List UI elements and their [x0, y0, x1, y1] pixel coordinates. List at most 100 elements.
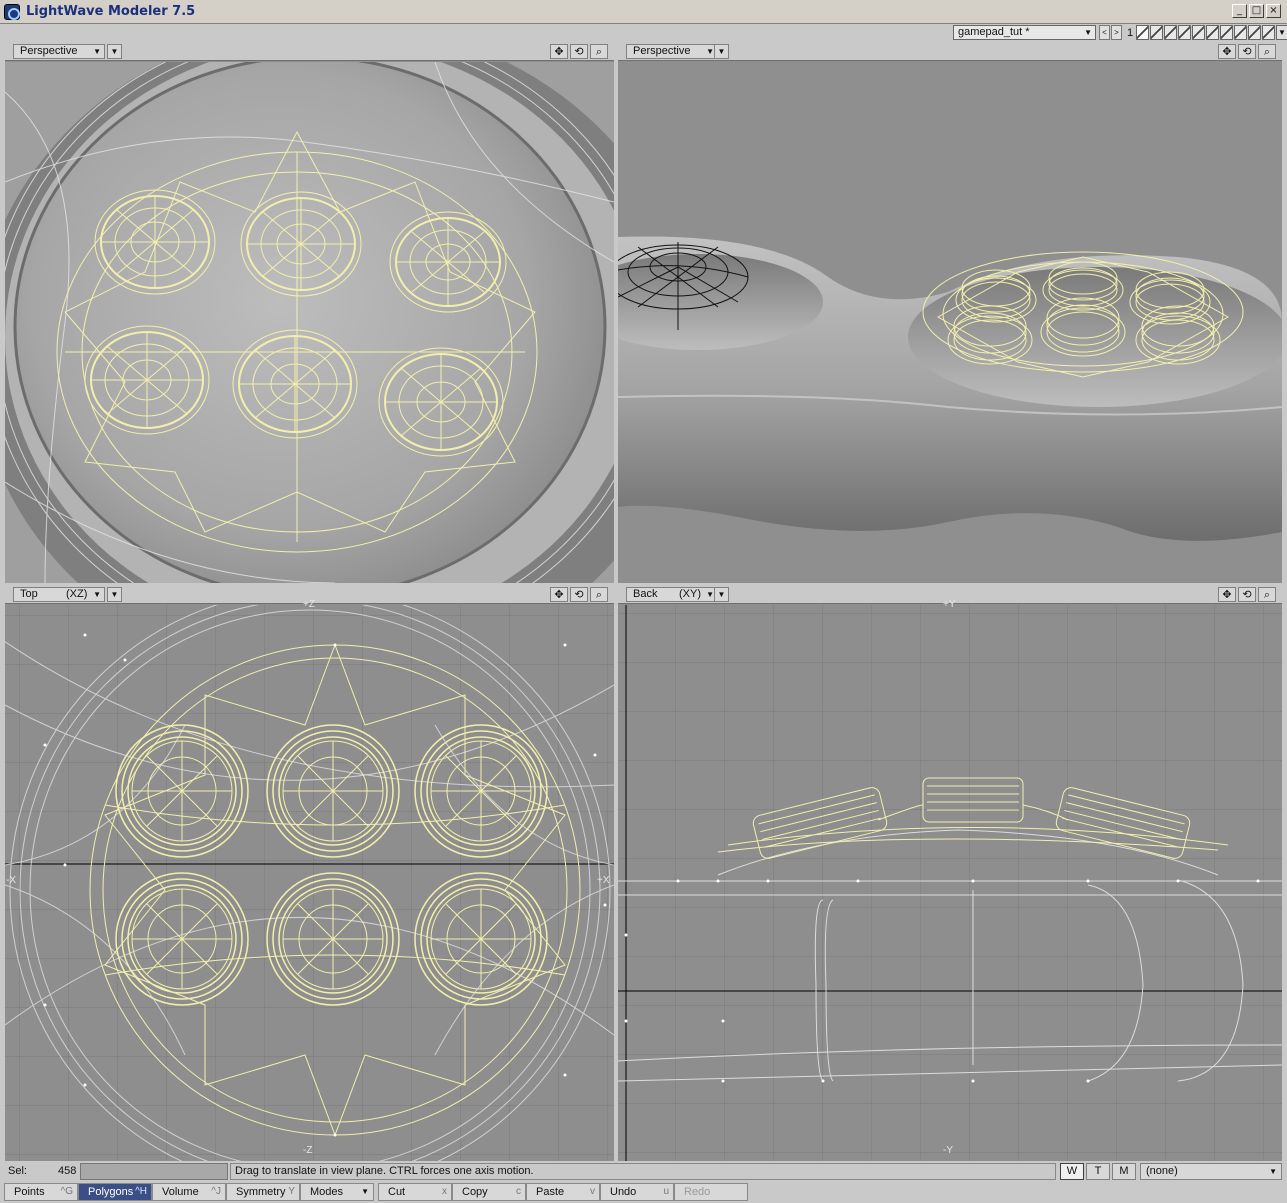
shortcut-label: ^J — [211, 1186, 221, 1197]
layer-slot[interactable] — [1178, 25, 1191, 40]
layer-slots: ▼ — [1136, 25, 1287, 40]
view-type-label: Back — [633, 588, 658, 600]
copy-label: Copy — [462, 1186, 488, 1198]
zoom-view-icon[interactable]: ⌕ — [1258, 44, 1276, 59]
viewport-bottom-right[interactable]: Back (XY) ▼ ▼ ✥ ⟲ ⌕ +Y -Y — [618, 585, 1282, 1161]
undo-label: Undo — [610, 1186, 637, 1198]
view-options-button[interactable]: ▼ — [714, 44, 729, 59]
viewport-canvas[interactable] — [618, 605, 1282, 1161]
viewport-canvas[interactable] — [5, 605, 614, 1161]
layer-bar: gamepad_tut * ▼ < > 1 ▼ — [0, 24, 1287, 42]
view-plane-label: (XZ) — [66, 588, 88, 600]
viewport-tools: ✥ ⟲ ⌕ — [550, 587, 608, 602]
title-bar: LightWave Modeler 7.5 _ □ × — [0, 0, 1287, 24]
shortcut-label: Y — [288, 1186, 295, 1197]
zoom-view-icon[interactable]: ⌕ — [590, 587, 608, 602]
view-plane-label: (XY) — [679, 588, 701, 600]
maximize-button[interactable]: □ — [1249, 4, 1264, 18]
view-type-select[interactable]: Perspective ▼ — [626, 44, 718, 59]
chevron-down-icon: ▼ — [1084, 28, 1092, 37]
copy-button[interactable]: Copy c — [452, 1183, 526, 1201]
lightwave-logo-icon — [4, 4, 20, 20]
layer-slot[interactable] — [1150, 25, 1163, 40]
viewport-top-left[interactable]: Perspective ▼ ▼ ✥ ⟲ ⌕ — [5, 42, 614, 583]
rotate-view-icon[interactable]: ⟲ — [570, 44, 588, 59]
layer-slot[interactable] — [1262, 25, 1275, 40]
viewport-header: Perspective ▼ ▼ ✥ ⟲ ⌕ — [5, 42, 614, 61]
rotate-view-icon[interactable]: ⟲ — [1238, 44, 1256, 59]
view-type-select[interactable]: Top (XZ) ▼ — [13, 587, 105, 602]
chevron-down-icon[interactable]: ▼ — [1276, 25, 1287, 40]
axis-label-bottom: -Y — [943, 1145, 953, 1156]
shortcut-label: x — [442, 1186, 447, 1197]
volume-label: Volume — [162, 1186, 199, 1198]
redo-label: Redo — [684, 1186, 711, 1198]
view-options-button[interactable]: ▼ — [107, 587, 122, 602]
polygons-mode-button[interactable]: Polygons ^H — [78, 1183, 152, 1201]
view-type-label: Top — [20, 588, 38, 600]
morph-map-toggle[interactable]: M — [1112, 1163, 1136, 1180]
points-label: Points — [14, 1186, 45, 1198]
move-view-icon[interactable]: ✥ — [550, 587, 568, 602]
view-type-select[interactable]: Perspective ▼ — [13, 44, 105, 59]
object-select[interactable]: gamepad_tut * ▼ — [953, 25, 1096, 40]
rotate-view-icon[interactable]: ⟲ — [1238, 587, 1256, 602]
axis-label-top: +Z — [303, 599, 315, 610]
move-view-icon[interactable]: ✥ — [1218, 587, 1236, 602]
view-options-button[interactable]: ▼ — [714, 587, 729, 602]
move-view-icon[interactable]: ✥ — [550, 44, 568, 59]
layer-slot[interactable] — [1136, 25, 1149, 40]
selection-count: 458 — [58, 1165, 77, 1177]
zoom-view-icon[interactable]: ⌕ — [1258, 587, 1276, 602]
chevron-down-icon: ▼ — [361, 1187, 369, 1196]
viewport-top-right[interactable]: Perspective ▼ ▼ ✥ ⟲ ⌕ — [618, 42, 1282, 583]
view-type-select[interactable]: Back (XY) ▼ — [626, 587, 718, 602]
viewport-bottom-left[interactable]: Top (XZ) ▼ ▼ ✥ ⟲ ⌕ +Z -Z -X +X — [5, 585, 614, 1161]
points-mode-button[interactable]: Points ^G — [4, 1183, 78, 1201]
undo-button[interactable]: Undo u — [600, 1183, 674, 1201]
layer-slot[interactable] — [1220, 25, 1233, 40]
rotate-view-icon[interactable]: ⟲ — [570, 587, 588, 602]
modes-dropdown[interactable]: Modes ▼ — [300, 1183, 374, 1201]
zoom-view-icon[interactable]: ⌕ — [590, 44, 608, 59]
layer-slot[interactable] — [1234, 25, 1247, 40]
chevron-down-icon: ▼ — [706, 47, 714, 56]
layer-slot[interactable] — [1164, 25, 1177, 40]
texture-map-toggle[interactable]: T — [1086, 1163, 1110, 1180]
view-type-label: Perspective — [633, 45, 691, 57]
view-options-button[interactable]: ▼ — [107, 44, 122, 59]
viewport-canvas[interactable] — [618, 62, 1282, 583]
shortcut-label: v — [590, 1186, 595, 1197]
vertex-map-value: (none) — [1146, 1165, 1178, 1177]
axis-label-top: +Y — [943, 599, 956, 610]
layer-slot[interactable] — [1192, 25, 1205, 40]
paste-label: Paste — [536, 1186, 565, 1198]
cut-button[interactable]: Cut x — [378, 1183, 452, 1201]
cut-label: Cut — [388, 1186, 406, 1198]
polygons-label: Polygons — [88, 1186, 134, 1198]
paste-button[interactable]: Paste v — [526, 1183, 600, 1201]
redo-button[interactable]: Redo — [674, 1183, 748, 1201]
viewport-tools: ✥ ⟲ ⌕ — [1218, 44, 1276, 59]
wtm-toggles: W T M — [1060, 1163, 1136, 1180]
minimize-button[interactable]: _ — [1232, 4, 1247, 18]
mode-bar: Points ^G Polygons ^H Volume ^J Symmetry… — [0, 1182, 1287, 1203]
move-view-icon[interactable]: ✥ — [1218, 44, 1236, 59]
modes-label: Modes — [310, 1186, 344, 1198]
symmetry-button[interactable]: Symmetry Y — [226, 1183, 300, 1201]
viewport-canvas[interactable] — [5, 62, 614, 583]
chevron-down-icon: ▼ — [706, 590, 714, 599]
layer-slot[interactable] — [1248, 25, 1261, 40]
layer-prev-button[interactable]: < — [1099, 25, 1110, 40]
shortcut-label: u — [663, 1186, 669, 1197]
weight-map-toggle[interactable]: W — [1060, 1163, 1084, 1180]
volume-mode-button[interactable]: Volume ^J — [152, 1183, 226, 1201]
vertex-map-select[interactable]: (none) ▼ — [1140, 1163, 1282, 1180]
status-bar: Sel: 458 Drag to translate in view plane… — [0, 1161, 1287, 1182]
chevron-down-icon: ▼ — [93, 590, 101, 599]
shortcut-label: ^H — [135, 1186, 147, 1197]
layer-slot[interactable] — [1206, 25, 1219, 40]
layer-next-button[interactable]: > — [1111, 25, 1122, 40]
close-button[interactable]: × — [1266, 4, 1281, 18]
chevron-down-icon: ▼ — [93, 47, 101, 56]
